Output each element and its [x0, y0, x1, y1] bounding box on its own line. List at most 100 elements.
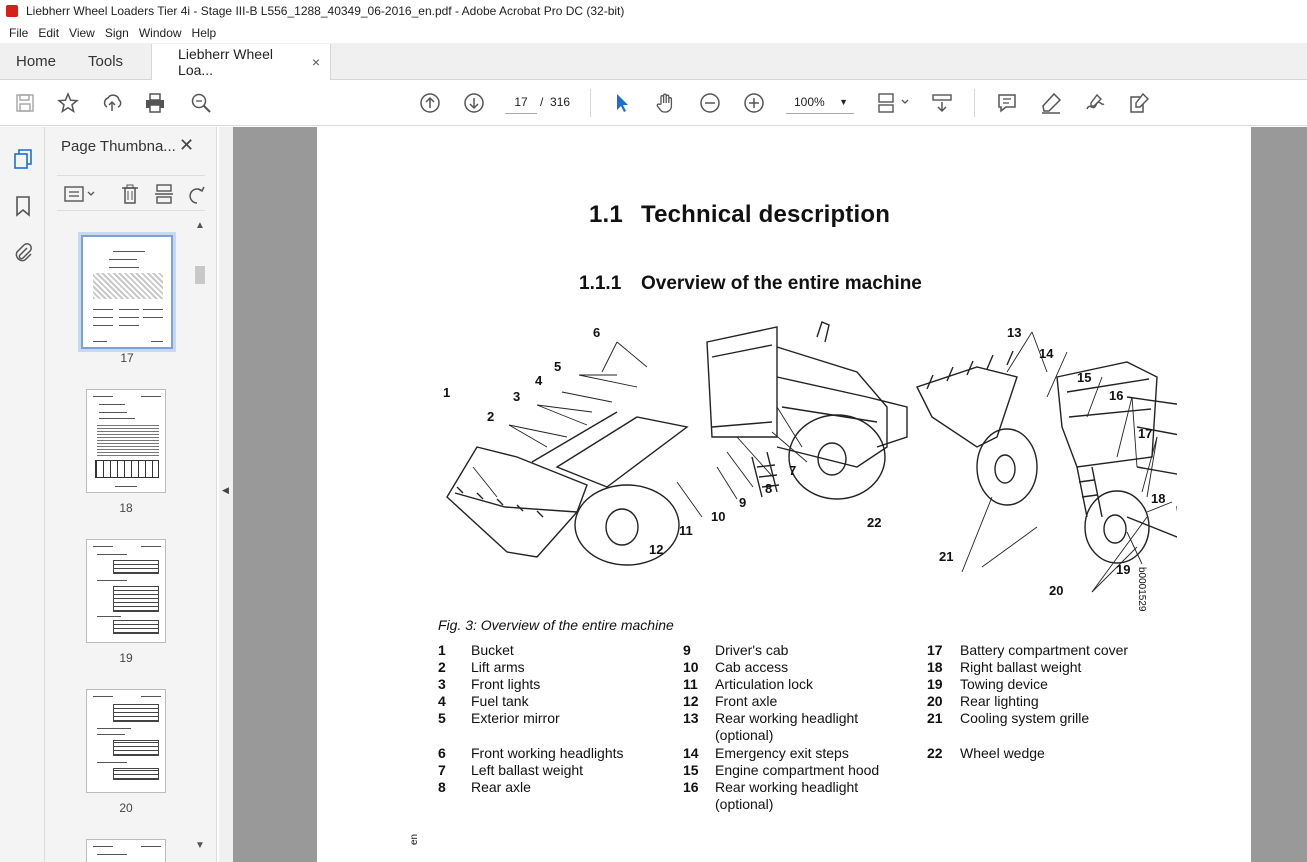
callout-label: 5 [554, 359, 562, 374]
callout-label: 13 [1007, 325, 1022, 340]
close-tab-icon[interactable]: × [312, 54, 320, 70]
thumbnail-label: 20 [119, 801, 133, 815]
callout-label: 14 [1039, 346, 1054, 361]
tab-tools[interactable]: Tools [72, 43, 139, 79]
share-icon[interactable] [99, 90, 125, 116]
tab-document-label: Liebherr Wheel Loa... [178, 46, 273, 78]
panel-toolbar [57, 175, 205, 211]
title-bar: Liebherr Wheel Loaders Tier 4i - Stage I… [0, 0, 1307, 22]
callout-label: 3 [513, 389, 521, 404]
thumbnail-label: 19 [119, 651, 133, 665]
zoom-in-icon[interactable] [741, 90, 767, 116]
toolbar-divider [974, 89, 975, 117]
scrollbar-thumb[interactable] [195, 266, 205, 284]
thumbnail-page-17[interactable] [78, 232, 176, 352]
panel-title: Page Thumbna... [61, 138, 176, 155]
fill-sign-icon[interactable] [1126, 90, 1152, 116]
scroll-down-icon[interactable]: ▼ [195, 840, 205, 851]
thumbnail-label: 18 [119, 501, 133, 515]
thumbnail-page-20[interactable] [86, 689, 166, 793]
zoom-select[interactable]: 100% ▼ [786, 90, 854, 114]
menu-sign[interactable]: Sign [100, 26, 134, 40]
page-thumbnails-icon[interactable] [11, 147, 35, 171]
menu-file[interactable]: File [4, 26, 33, 40]
wheel-loader-drawing [446, 321, 1228, 593]
scroll-mode-icon[interactable] [929, 90, 955, 116]
document-viewport[interactable]: 1.1 Technical description 1.1.1 Overview o… [233, 127, 1307, 862]
collapse-panel-handle[interactable]: ◀ [219, 127, 233, 862]
page-number-input[interactable]: 17 [505, 90, 537, 114]
callout-label: 19 [1116, 562, 1131, 577]
callout-label: 6 [593, 325, 601, 340]
callout-label: 22 [867, 515, 882, 530]
thumbnail-list: 17 18 19 20 [45, 219, 209, 862]
select-cursor-icon[interactable] [609, 90, 635, 116]
acrobat-icon [6, 5, 18, 17]
toolbar-divider [590, 89, 591, 117]
page-up-icon[interactable] [417, 90, 443, 116]
options-menu-icon[interactable] [63, 183, 97, 208]
rotate-icon[interactable] [185, 183, 207, 208]
thumbnail-page-19[interactable] [86, 539, 166, 643]
zoom-value: 100% [794, 95, 825, 109]
callout-label: 8 [765, 481, 773, 496]
menu-view[interactable]: View [64, 26, 100, 40]
page-fit-icon[interactable] [873, 90, 913, 116]
pdf-page: 1.1 Technical description 1.1.1 Overview o… [317, 127, 1251, 862]
delete-page-icon[interactable] [119, 183, 141, 208]
thumbnail-label: 17 [120, 351, 134, 365]
figure-caption: Fig. 3: Overview of the entire machine [438, 617, 674, 633]
find-icon[interactable] [188, 90, 214, 116]
thumbnail-scrollbar[interactable]: ▲ ▼ [192, 218, 208, 860]
callout-label: 10 [711, 509, 726, 524]
thumbnail-page-18[interactable] [86, 389, 166, 493]
scroll-up-icon[interactable]: ▲ [195, 220, 205, 231]
legend-column-3: 17 Battery compartment cover 18 Right ball… [927, 642, 1129, 761]
attachment-icon[interactable] [11, 240, 35, 264]
page-down-icon[interactable] [461, 90, 487, 116]
machine-illustration: 1 2 3 4 5 6 7 8 9 10 11 12 13 14 15 16 1… [437, 317, 1228, 607]
print-icon[interactable] [142, 90, 168, 116]
comment-icon[interactable] [994, 90, 1020, 116]
bookmark-icon[interactable] [11, 194, 35, 218]
page-count: / 316 [540, 95, 571, 109]
callout-label: 12 [649, 542, 664, 557]
callout-label: 1 [443, 385, 451, 400]
document-gutter [1251, 127, 1307, 862]
tab-bar: Home Tools Liebherr Wheel Loa... × [0, 43, 1307, 80]
menu-edit[interactable]: Edit [33, 26, 64, 40]
chevron-down-icon: ▼ [839, 97, 848, 107]
close-panel-icon[interactable]: ✕ [179, 135, 194, 156]
star-icon[interactable] [55, 90, 81, 116]
window-title: Liebherr Wheel Loaders Tier 4i - Stage I… [26, 4, 625, 18]
callout-label: 15 [1077, 370, 1092, 385]
callout-label: 16 [1109, 388, 1124, 403]
callout-label: 11 [679, 523, 693, 538]
callout-label: 20 [1049, 583, 1064, 598]
menu-help[interactable]: Help [187, 26, 222, 40]
sign-icon[interactable] [1082, 90, 1108, 116]
navigation-rail [0, 127, 45, 862]
chevron-left-icon: ◀ [222, 485, 229, 495]
callout-label: 4 [535, 373, 543, 388]
zoom-out-icon[interactable] [697, 90, 723, 116]
figure-code: b000152​9 [1136, 567, 1147, 612]
highlight-icon[interactable] [1038, 90, 1064, 116]
callout-label: 7 [789, 463, 797, 478]
save-icon[interactable] [12, 90, 38, 116]
callout-label: 17 [1138, 426, 1153, 441]
callout-label: 18 [1151, 491, 1166, 506]
callout-label: 21 [939, 549, 954, 564]
legend-column-1: 1 Bucket 2 Lift arms 3 Front lights 4 Fuel t… [438, 642, 624, 795]
hand-icon[interactable] [653, 90, 679, 116]
tab-home[interactable]: Home [0, 43, 72, 79]
menu-bar: File Edit View Sign Window Help [0, 22, 1307, 43]
tab-document[interactable]: Liebherr Wheel Loa... × [151, 44, 332, 80]
margin-text: en [409, 833, 420, 845]
insert-page-icon[interactable] [153, 183, 175, 208]
callout-label: 9 [739, 495, 747, 510]
legend-column-2: 9 Driver's cab 10 Cab access 11 Articulatio… [683, 642, 880, 812]
thumbnail-page-partial[interactable] [86, 839, 166, 862]
subsection-heading: 1.1.1 Overview of the entire machine [579, 273, 922, 294]
menu-window[interactable]: Window [134, 26, 187, 40]
